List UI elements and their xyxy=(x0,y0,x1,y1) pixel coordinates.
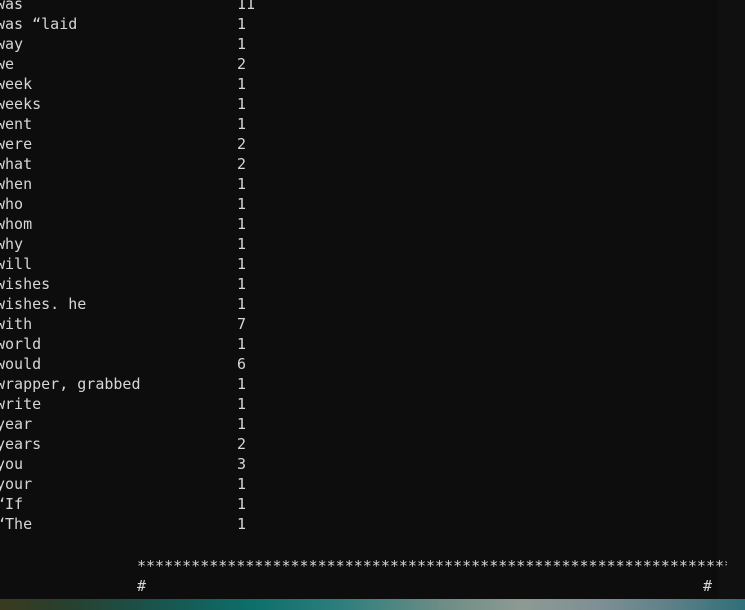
word-count-row: wishes 1 xyxy=(0,274,745,294)
word-label: you xyxy=(0,455,24,473)
word-count-row: with 7 xyxy=(0,314,745,334)
word-count-row: week 1 xyxy=(0,74,745,94)
word-count-row: when 1 xyxy=(0,174,745,194)
word-count-value: 2 xyxy=(237,135,247,153)
word-label: wishes. he xyxy=(0,295,87,313)
word-count-value: 1 xyxy=(237,335,247,353)
word-count-row: will 1 xyxy=(0,254,745,274)
word-label: were xyxy=(0,135,33,153)
word-count-row: “If 1 xyxy=(0,494,745,514)
word-count-value: 1 xyxy=(237,215,247,233)
word-count-row: world 1 xyxy=(0,334,745,354)
word-count-value: 2 xyxy=(237,435,247,453)
word-count-row: “The 1 xyxy=(0,514,745,534)
word-count-value: 11 xyxy=(237,0,256,13)
word-count-value: 1 xyxy=(237,35,247,53)
word-count-row: years 2 xyxy=(0,434,745,454)
word-count-row: was “laid 1 xyxy=(0,14,745,34)
word-count-row: whom 1 xyxy=(0,214,745,234)
word-count-value: 1 xyxy=(237,515,247,533)
word-count-value: 2 xyxy=(237,155,247,173)
word-count-value: 1 xyxy=(237,475,247,493)
word-label: world xyxy=(0,335,42,353)
word-count-row: wrapper, grabbed 1 xyxy=(0,374,745,394)
word-count-row: way 1 xyxy=(0,34,745,54)
word-count-row: what 2 xyxy=(0,154,745,174)
word-count-row: year 1 xyxy=(0,414,745,434)
word-count-row: your 1 xyxy=(0,474,745,494)
word-count-value: 1 xyxy=(237,295,247,313)
word-label: write xyxy=(0,395,42,413)
word-count-row: we 2 xyxy=(0,54,745,74)
word-count-value: 1 xyxy=(237,255,247,273)
word-label: “If xyxy=(0,495,24,513)
word-count-value: 1 xyxy=(237,75,247,93)
word-count-value: 1 xyxy=(237,115,247,133)
word-count-row: why 1 xyxy=(0,234,745,254)
word-count-value: 2 xyxy=(237,55,247,73)
word-count-value: 1 xyxy=(237,495,247,513)
word-label: week xyxy=(0,75,33,93)
word-count-row: write 1 xyxy=(0,394,745,414)
desktop-screen: was 11 was “laid 1 way 1 we 2 week 1 weeks 1 went 1 we… xyxy=(0,0,745,610)
word-label: whom xyxy=(0,215,33,233)
word-label: years xyxy=(0,435,42,453)
word-count-value: 1 xyxy=(237,95,247,113)
word-count-value: 1 xyxy=(237,175,247,193)
word-label: would xyxy=(0,355,42,373)
word-label: we xyxy=(0,55,15,73)
word-count-value: 1 xyxy=(237,15,247,33)
shell-prompt-right[interactable]: # xyxy=(137,576,712,596)
word-label: with xyxy=(0,315,33,333)
word-label: went xyxy=(0,115,33,133)
word-label: when xyxy=(0,175,33,193)
word-label: “The xyxy=(0,515,33,533)
word-count-value: 6 xyxy=(237,355,247,373)
word-count-row: weeks 1 xyxy=(0,94,745,114)
terminal-scrollback[interactable]: was 11 was “laid 1 way 1 we 2 week 1 weeks 1 went 1 we… xyxy=(0,0,745,534)
word-count-value: 1 xyxy=(237,395,247,413)
word-label: wishes xyxy=(0,275,51,293)
word-count-row: you 3 xyxy=(0,454,745,474)
word-label: was “laid xyxy=(0,15,78,33)
word-count-row: was 11 xyxy=(0,0,745,14)
word-label: who xyxy=(0,195,24,213)
word-count-row: would 6 xyxy=(0,354,745,374)
word-count-row: went 1 xyxy=(0,114,745,134)
word-count-value: 1 xyxy=(237,275,247,293)
word-count-row: were 2 xyxy=(0,134,745,154)
word-label: will xyxy=(0,255,33,273)
word-count-row: who 1 xyxy=(0,194,745,214)
word-count-value: 1 xyxy=(237,375,247,393)
separator-asterisk-line: ****************************************… xyxy=(137,557,727,575)
terminal-window[interactable]: was 11 was “laid 1 way 1 we 2 week 1 weeks 1 went 1 we… xyxy=(0,0,745,599)
word-label: way xyxy=(0,35,24,53)
word-label: what xyxy=(0,155,33,173)
word-label: weeks xyxy=(0,95,42,113)
word-label: wrapper, grabbed xyxy=(0,375,141,393)
word-count-value: 1 xyxy=(237,195,247,213)
word-label: your xyxy=(0,475,33,493)
word-count-value: 3 xyxy=(237,455,247,473)
word-count-value: 1 xyxy=(237,415,247,433)
word-count-value: 1 xyxy=(237,235,247,253)
word-label: year xyxy=(0,415,33,433)
word-count-value: 7 xyxy=(237,315,247,333)
word-label: why xyxy=(0,235,24,253)
word-label: was xyxy=(0,0,24,13)
word-count-row: wishes. he 1 xyxy=(0,294,745,314)
